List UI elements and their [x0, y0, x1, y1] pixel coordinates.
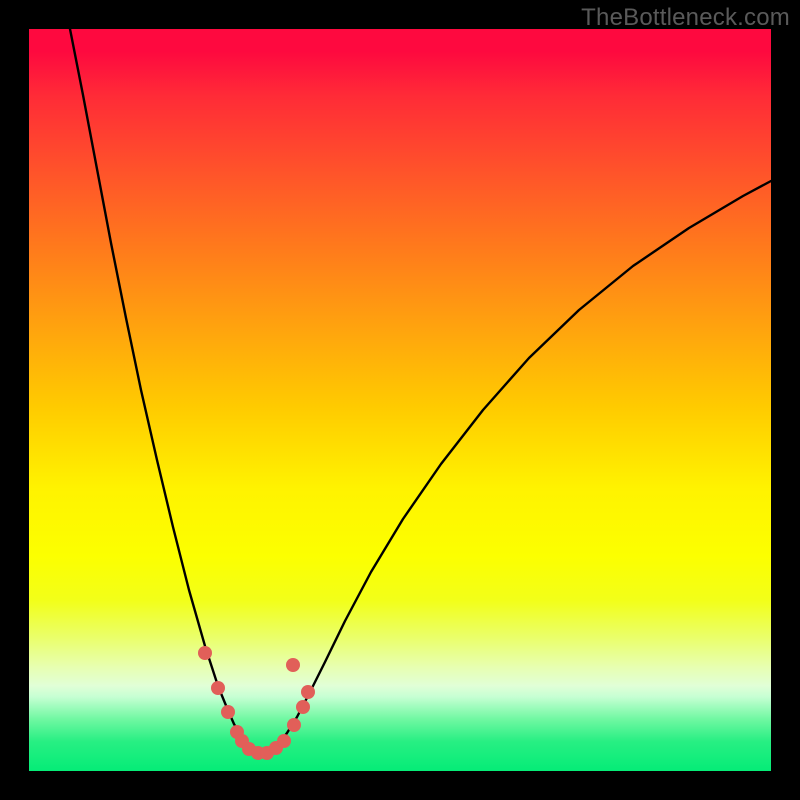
sample-point	[277, 734, 291, 748]
sample-point	[287, 718, 301, 732]
sample-point	[286, 658, 300, 672]
watermark-text: TheBottleneck.com	[581, 4, 790, 32]
sample-point	[301, 685, 315, 699]
sample-point	[221, 705, 235, 719]
sample-points-layer	[29, 29, 771, 771]
sample-point	[211, 681, 225, 695]
sample-point	[296, 700, 310, 714]
sample-point	[198, 646, 212, 660]
